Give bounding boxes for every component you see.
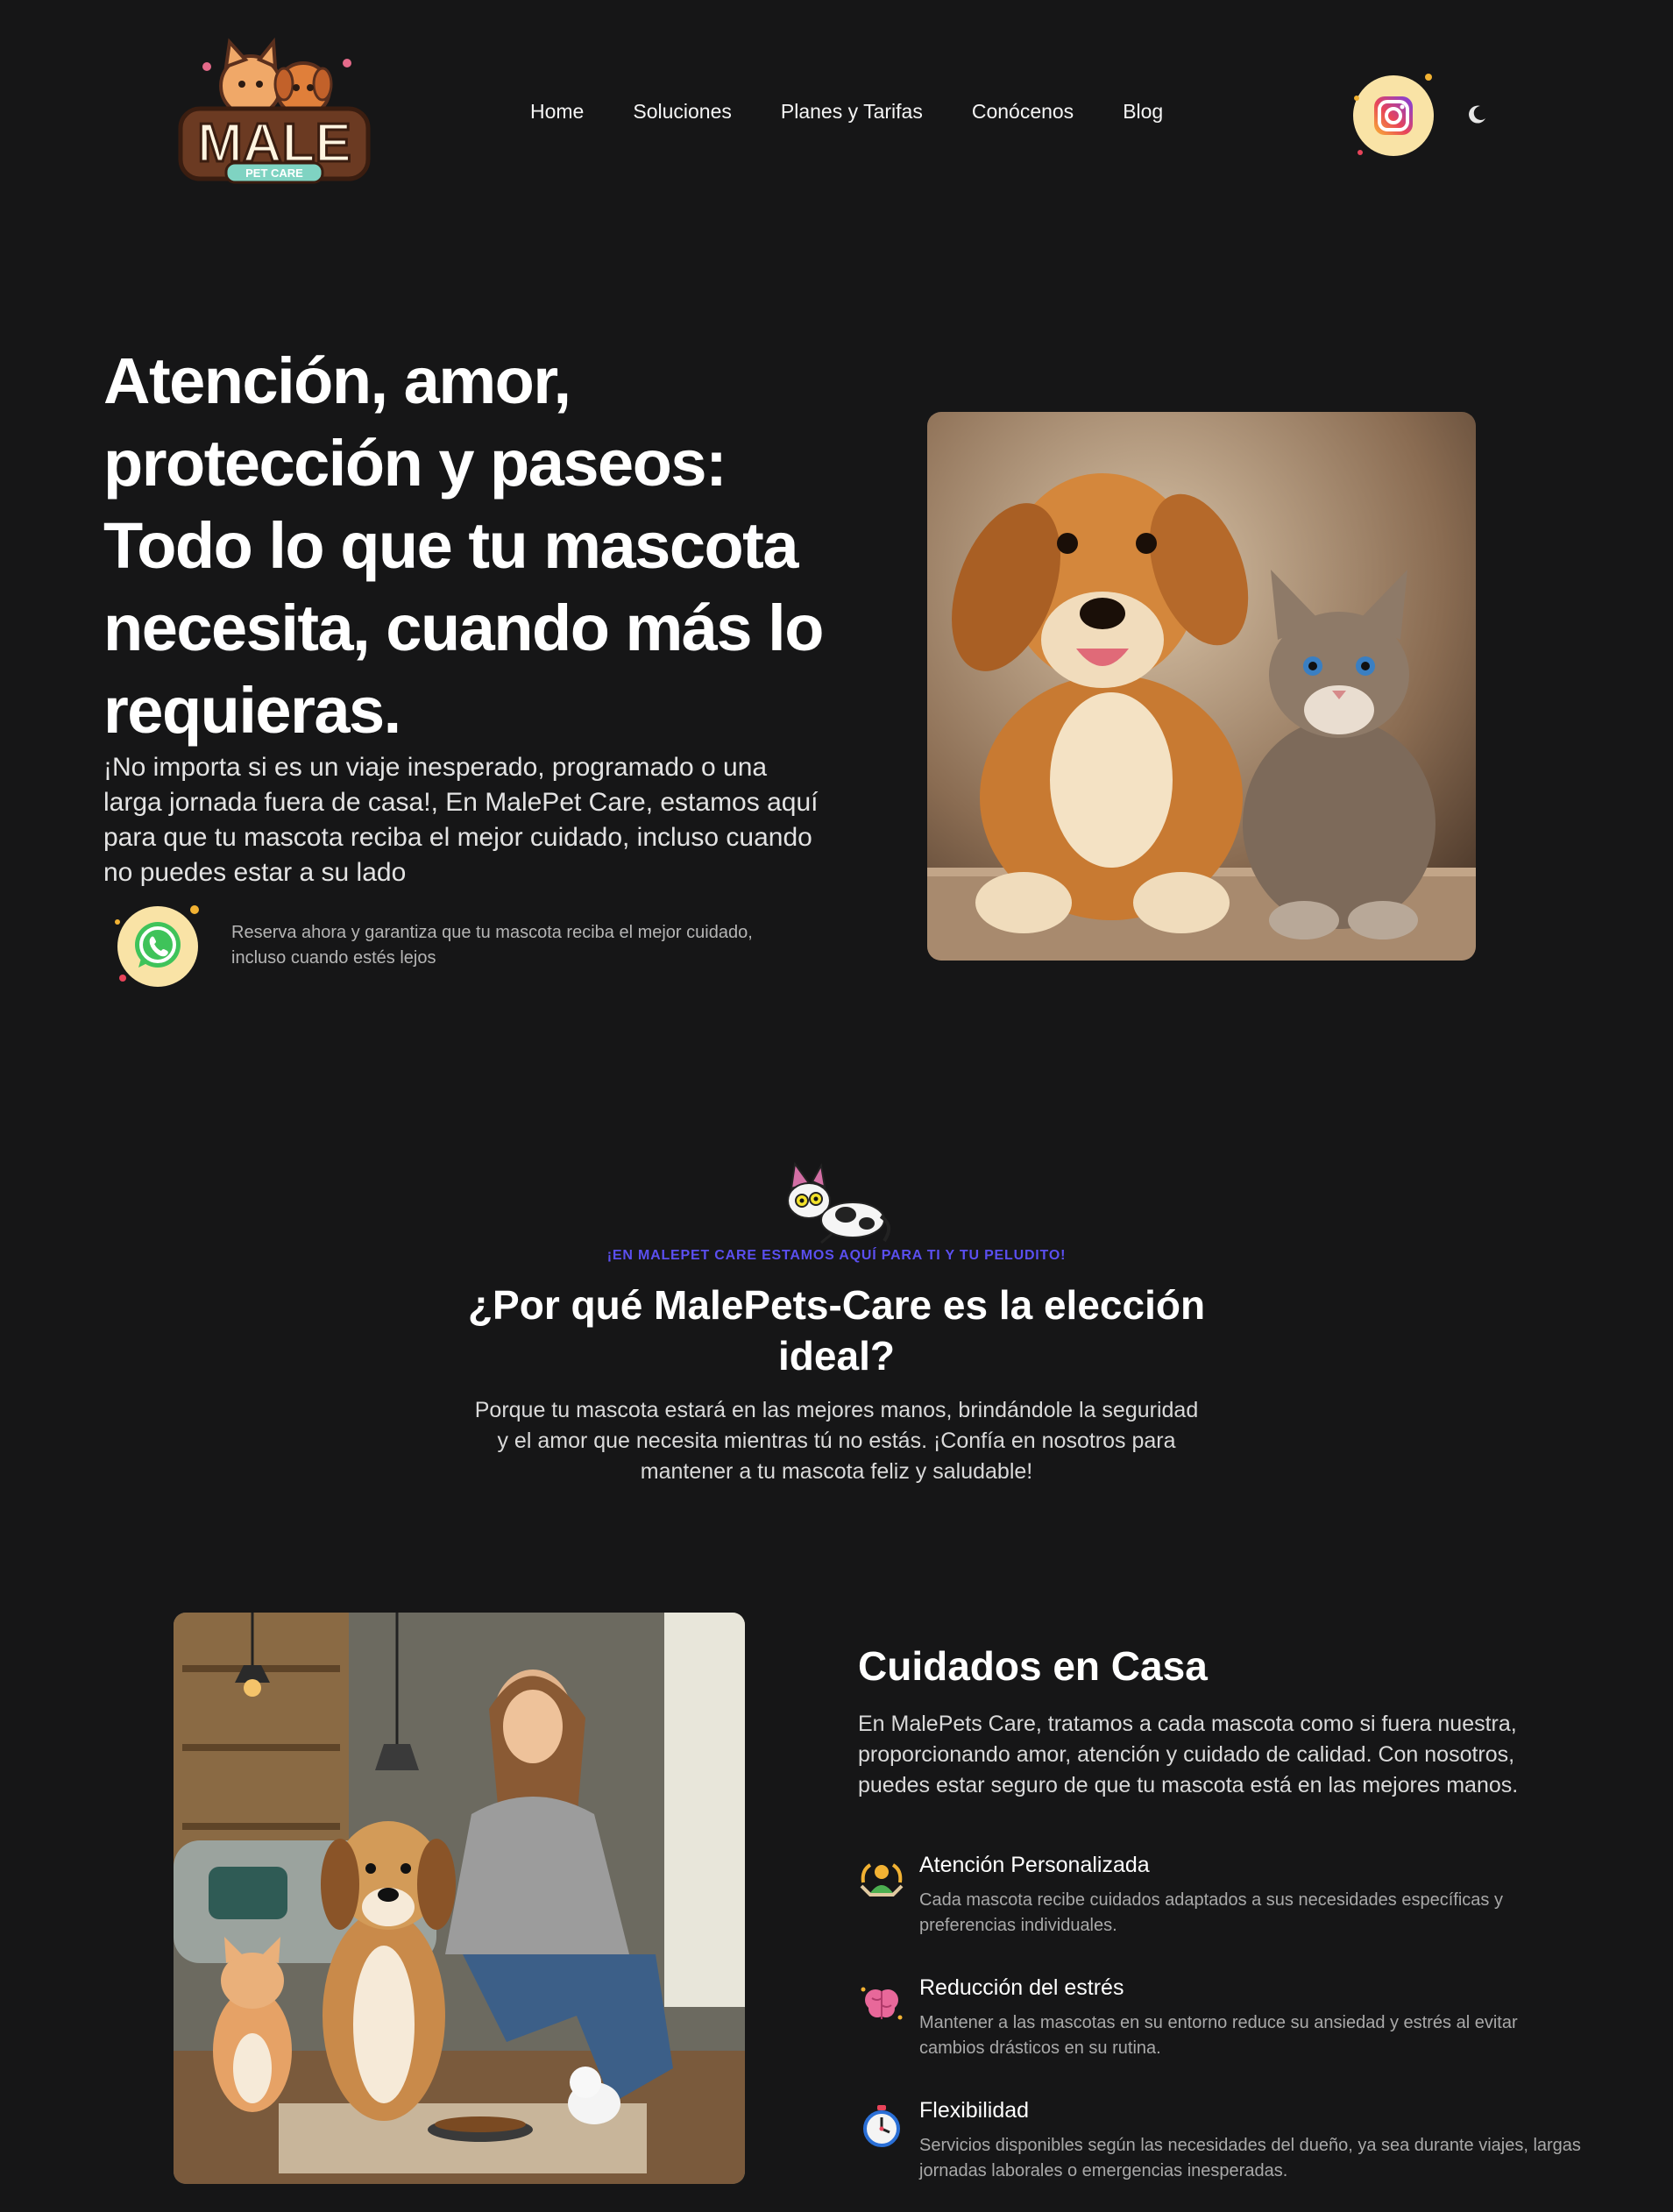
care-person-icon [858, 1856, 905, 1904]
hero-description: ¡No importa si es un viaje inesperado, p… [103, 753, 819, 887]
section-eyebrow: ¡EN MALEPET CARE ESTAMOS AQUÍ PARA TI Y … [606, 1248, 1067, 1263]
feature-text: Servicios disponibles según las necesida… [919, 2136, 1581, 2180]
care-description: En MalePets Care, tratamos a cada mascot… [858, 1712, 1519, 1797]
nav-home[interactable]: Home [530, 100, 584, 124]
main-nav: Home Soluciones Planes y Tarifas Conócen… [530, 100, 1163, 124]
cta-note: Reserva ahora y garantiza que tu mascota… [231, 923, 753, 968]
nav-blog[interactable]: Blog [1123, 100, 1163, 124]
instagram-icon[interactable] [1350, 72, 1437, 160]
cat-illustration [783, 1161, 891, 1244]
whatsapp-icon[interactable] [110, 899, 205, 994]
hero-title: Atención, amor, protección y paseos: Tod… [103, 344, 824, 747]
nav-planes-tarifas[interactable]: Planes y Tarifas [781, 100, 923, 124]
feature-title: Reducción del estrés [919, 1975, 1124, 2000]
brain-icon [858, 1979, 905, 2026]
section-description: Porque tu mascota estará en las mejores … [474, 1398, 1199, 1484]
feature-title: Flexibilidad [919, 2098, 1030, 2123]
feature-text: Mantener a las mascotas en su entorno re… [919, 2013, 1518, 2058]
logo-subtitle: PET CARE [245, 167, 303, 180]
stopwatch-icon [858, 2102, 905, 2149]
woman-feeding-pets-photo [174, 1613, 745, 2184]
dog-and-cat-photo [927, 412, 1476, 961]
page: MALE PET CARE Home Soluciones Planes y T… [0, 0, 1673, 2212]
nav-soluciones[interactable]: Soluciones [633, 100, 732, 124]
nav-conocenos[interactable]: Conócenos [972, 100, 1074, 124]
feature-title: Atención Personalizada [919, 1853, 1150, 1877]
feature-text: Cada mascota recibe cuidados adaptados a… [919, 1890, 1503, 1935]
care-title: Cuidados en Casa [858, 1643, 1208, 1689]
moon-icon[interactable] [1465, 103, 1488, 126]
brand-logo[interactable]: MALE PET CARE [172, 32, 377, 198]
section-title: ¿Por qué MalePets-Care es la elección id… [467, 1282, 1206, 1379]
